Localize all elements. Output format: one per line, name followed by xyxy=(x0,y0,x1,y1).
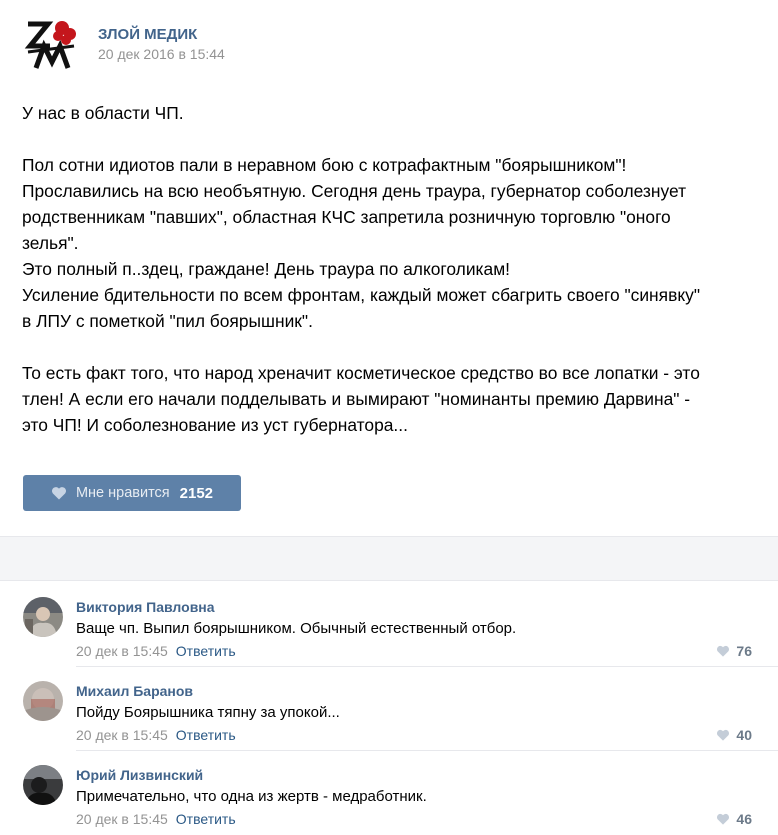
zm-logo-icon[interactable] xyxy=(22,16,80,74)
comment-like-count: 76 xyxy=(736,643,752,659)
comment-text: Ваще чп. Выпил боярышником. Обычный есте… xyxy=(76,620,517,637)
comment-like-count: 46 xyxy=(736,811,752,827)
comment-item: Юрий Лизвинский Примечательно, что одна … xyxy=(0,751,778,835)
divider xyxy=(0,580,778,581)
comment-author[interactable]: Юрий Лизвинский xyxy=(76,767,203,783)
comment-item: Михаил Баранов Пойду Боярышника тяпну за… xyxy=(0,667,778,751)
comment-like-button[interactable]: 76 xyxy=(716,643,752,659)
avatar[interactable] xyxy=(23,765,63,805)
reply-link[interactable]: Ответить xyxy=(176,811,236,827)
post-author-name[interactable]: ЗЛОЙ МЕДИК xyxy=(98,26,197,43)
post-paragraph: У нас в области ЧП. xyxy=(22,103,184,123)
post-paragraph: То есть факт того, что народ хреначит ко… xyxy=(22,363,700,435)
comment-meta: 20 дек в 15:45 Ответить xyxy=(76,727,236,743)
comment-author[interactable]: Виктория Павловна xyxy=(76,599,215,615)
comment-meta: 20 дек в 15:45 Ответить xyxy=(76,643,236,659)
heart-icon xyxy=(716,813,730,825)
comment-date[interactable]: 20 дек в 15:45 xyxy=(76,811,168,827)
like-button[interactable]: Мне нравится 2152 xyxy=(23,475,241,511)
comment-meta: 20 дек в 15:45 Ответить xyxy=(76,811,236,827)
post-date[interactable]: 20 дек 2016 в 15:44 xyxy=(98,46,225,62)
like-count: 2152 xyxy=(179,484,214,502)
heart-icon xyxy=(716,729,730,741)
comment-text: Примечательно, что одна из жертв - медра… xyxy=(76,788,427,805)
heart-icon xyxy=(716,645,730,657)
reply-link[interactable]: Ответить xyxy=(176,643,236,659)
post-text: У нас в области ЧП. Пол сотни идиотов па… xyxy=(22,100,762,438)
reply-link[interactable]: Ответить xyxy=(176,727,236,743)
avatar[interactable] xyxy=(23,681,63,721)
comment-like-count: 40 xyxy=(736,727,752,743)
comment-item: Виктория Павловна Ваще чп. Выпил боярышн… xyxy=(0,583,778,667)
heart-icon xyxy=(51,486,67,500)
post-paragraph: Пол сотни идиотов пали в неравном бою с … xyxy=(22,155,700,331)
section-gap xyxy=(0,537,778,580)
comment-like-button[interactable]: 40 xyxy=(716,727,752,743)
avatar[interactable] xyxy=(23,597,63,637)
comment-date[interactable]: 20 дек в 15:45 xyxy=(76,727,168,743)
comment-like-button[interactable]: 46 xyxy=(716,811,752,827)
comment-text: Пойду Боярышника тяпну за упокой... xyxy=(76,704,340,721)
like-label: Мне нравится xyxy=(75,485,170,501)
comment-date[interactable]: 20 дек в 15:45 xyxy=(76,643,168,659)
comment-author[interactable]: Михаил Баранов xyxy=(76,683,193,699)
